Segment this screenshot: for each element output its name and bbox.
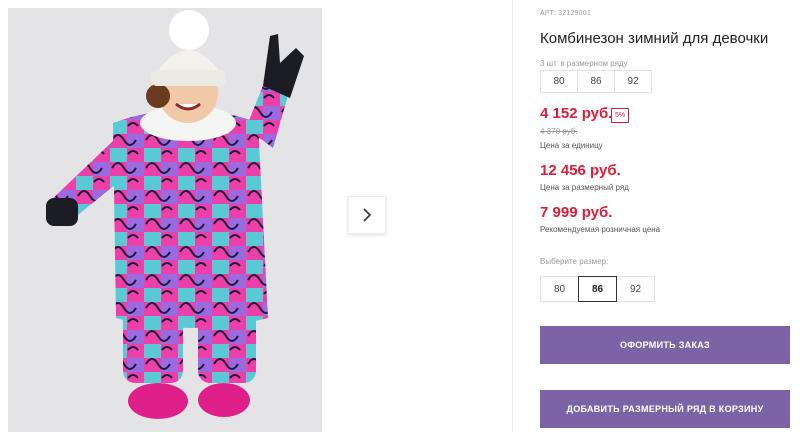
old-price: 4 370 руб. (540, 127, 578, 136)
unit-price: 4 152 руб. (540, 105, 613, 122)
add-pack-to-cart-button[interactable]: ДОБАВИТЬ РАЗМЕРНЫЙ РЯД В КОРЗИНУ (540, 390, 790, 428)
pack-price: 12 456 руб. (540, 162, 621, 179)
chevron-right-icon (363, 208, 372, 222)
pack-size-80: 80 (540, 70, 578, 93)
gallery-next-button[interactable] (348, 196, 386, 234)
choose-size-label: Выберите размер: (540, 257, 609, 266)
pack-sizes: 80 86 92 (540, 70, 652, 93)
product-photo-illustration (8, 8, 322, 432)
pack-size-92: 92 (614, 70, 652, 93)
retail-price-note: Рекомендуемая розничная цена (540, 225, 661, 234)
product-gallery (0, 0, 512, 432)
panel-divider (512, 0, 513, 432)
pack-size-label: 3 шт. в размерном ряду (540, 59, 628, 68)
product-title: Комбинезон зимний для девочки (540, 30, 769, 47)
size-selector: 80 86 92 (540, 276, 655, 302)
order-button[interactable]: ОФОРМИТЬ ЗАКАЗ (540, 326, 790, 364)
size-option-86[interactable]: 86 (578, 276, 617, 302)
product-photo[interactable] (8, 8, 322, 432)
pack-size-86: 86 (577, 70, 615, 93)
size-option-92[interactable]: 92 (616, 276, 655, 302)
product-article: АРТ: 32129001 (540, 10, 591, 17)
product-info-panel: АРТ: 32129001 Комбинезон зимний для дево… (540, 0, 800, 432)
pack-price-note: Цена за размерный ряд (540, 183, 629, 192)
unit-price-note: Цена за единицу (540, 141, 603, 150)
discount-badge: 5% (611, 108, 630, 123)
retail-price: 7 999 руб. (540, 204, 613, 221)
size-option-80[interactable]: 80 (540, 276, 579, 302)
